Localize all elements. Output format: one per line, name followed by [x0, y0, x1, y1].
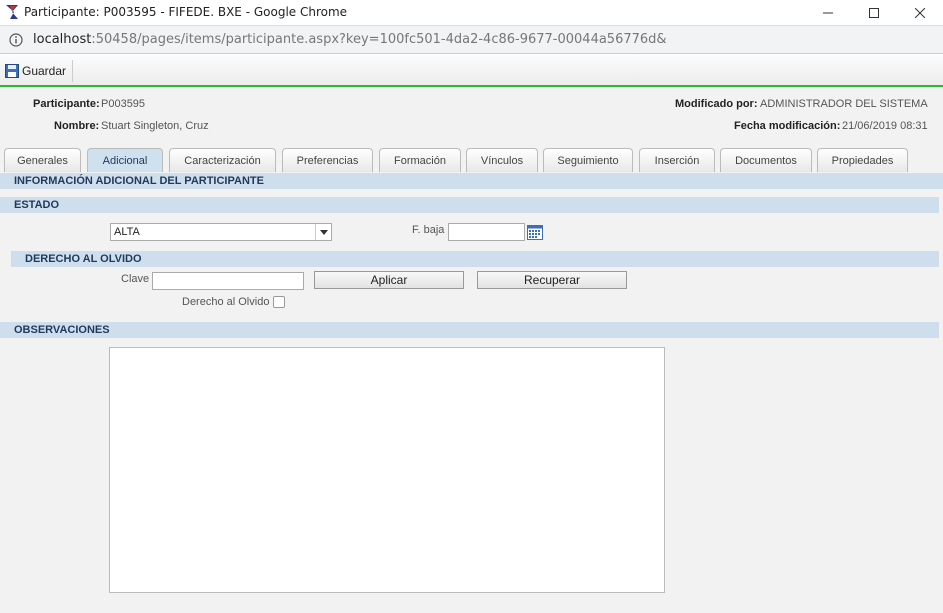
address-bar[interactable]: localhost:50458/pages/items/participante…	[0, 25, 943, 53]
nombre-value: Stuart Singleton, Cruz	[101, 120, 209, 132]
tab-preferencias[interactable]: Preferencias	[282, 148, 373, 172]
clave-input[interactable]	[152, 272, 304, 290]
window-title: Participante: P003595 - FIFEDE. BXE - Go…	[24, 5, 348, 19]
modificado-value: ADMINISTRADOR DEL SISTEMA	[760, 98, 928, 110]
close-icon	[915, 7, 925, 18]
save-button-label: Guardar	[22, 64, 67, 78]
modificado-label: Modificado por:	[675, 98, 758, 110]
minimize-button[interactable]	[805, 0, 851, 25]
tab-documentos[interactable]: Documentos	[720, 148, 812, 172]
clave-label: Clave	[121, 273, 150, 285]
url-path: :50458/pages/items/participante.aspx?key…	[91, 32, 667, 47]
participante-value: P003595	[101, 98, 146, 110]
fbaja-label: F. baja	[412, 224, 445, 236]
floppy-disk-icon	[5, 64, 19, 78]
estado-selected-value: ALTA	[114, 226, 140, 238]
recuperar-button[interactable]: Recuperar	[477, 271, 627, 289]
chevron-down-icon[interactable]	[315, 224, 331, 240]
tab-vinculos[interactable]: Vínculos	[466, 148, 538, 172]
tab-bar: Generales Adicional Caracterización Pref…	[0, 148, 943, 172]
tab-generales[interactable]: Generales	[4, 148, 81, 172]
close-button[interactable]	[897, 0, 943, 25]
aplicar-button[interactable]: Aplicar	[314, 271, 464, 289]
observaciones-section-header: OBSERVACIONES	[0, 322, 939, 338]
tab-adicional[interactable]: Adicional	[87, 148, 163, 172]
tab-seguimiento[interactable]: Seguimiento	[543, 148, 633, 172]
url-text[interactable]: localhost:50458/pages/items/participante…	[33, 32, 667, 47]
fbaja-date-input[interactable]	[448, 223, 525, 241]
tab-formacion[interactable]: Formación	[379, 148, 461, 172]
app-logo-icon	[6, 5, 18, 19]
derecho-olvido-checkbox[interactable]	[273, 296, 285, 308]
maximize-icon	[869, 7, 879, 18]
derecho-section-header: DERECHO AL OLVIDO	[11, 251, 939, 267]
minimize-icon	[823, 12, 833, 13]
nombre-label: Nombre:	[54, 120, 100, 132]
toolbar: Guardar	[0, 53, 943, 87]
estado-select[interactable]: ALTA	[110, 223, 332, 241]
info-section-header: INFORMACIÓN ADICIONAL DEL PARTICIPANTE	[0, 173, 943, 189]
fecha-label: Fecha modificación:	[734, 120, 841, 132]
url-host: localhost	[33, 32, 92, 47]
participante-label: Participante:	[33, 98, 100, 110]
maximize-button[interactable]	[851, 0, 897, 25]
estado-section-header: ESTADO	[0, 197, 939, 213]
derecho-olvido-label: Derecho al Olvido	[182, 296, 270, 308]
info-icon[interactable]	[9, 33, 23, 47]
observaciones-textarea[interactable]	[109, 347, 665, 593]
save-button[interactable]: Guardar	[3, 60, 74, 82]
calendar-icon[interactable]	[527, 224, 543, 240]
tab-insercion[interactable]: Inserción	[639, 148, 715, 172]
fecha-value: 21/06/2019 08:31	[842, 120, 928, 132]
window-titlebar: Participante: P003595 - FIFEDE. BXE - Go…	[0, 0, 943, 25]
tab-propiedades[interactable]: Propiedades	[817, 148, 908, 172]
tab-caracterizacion[interactable]: Caracterización	[169, 148, 276, 172]
